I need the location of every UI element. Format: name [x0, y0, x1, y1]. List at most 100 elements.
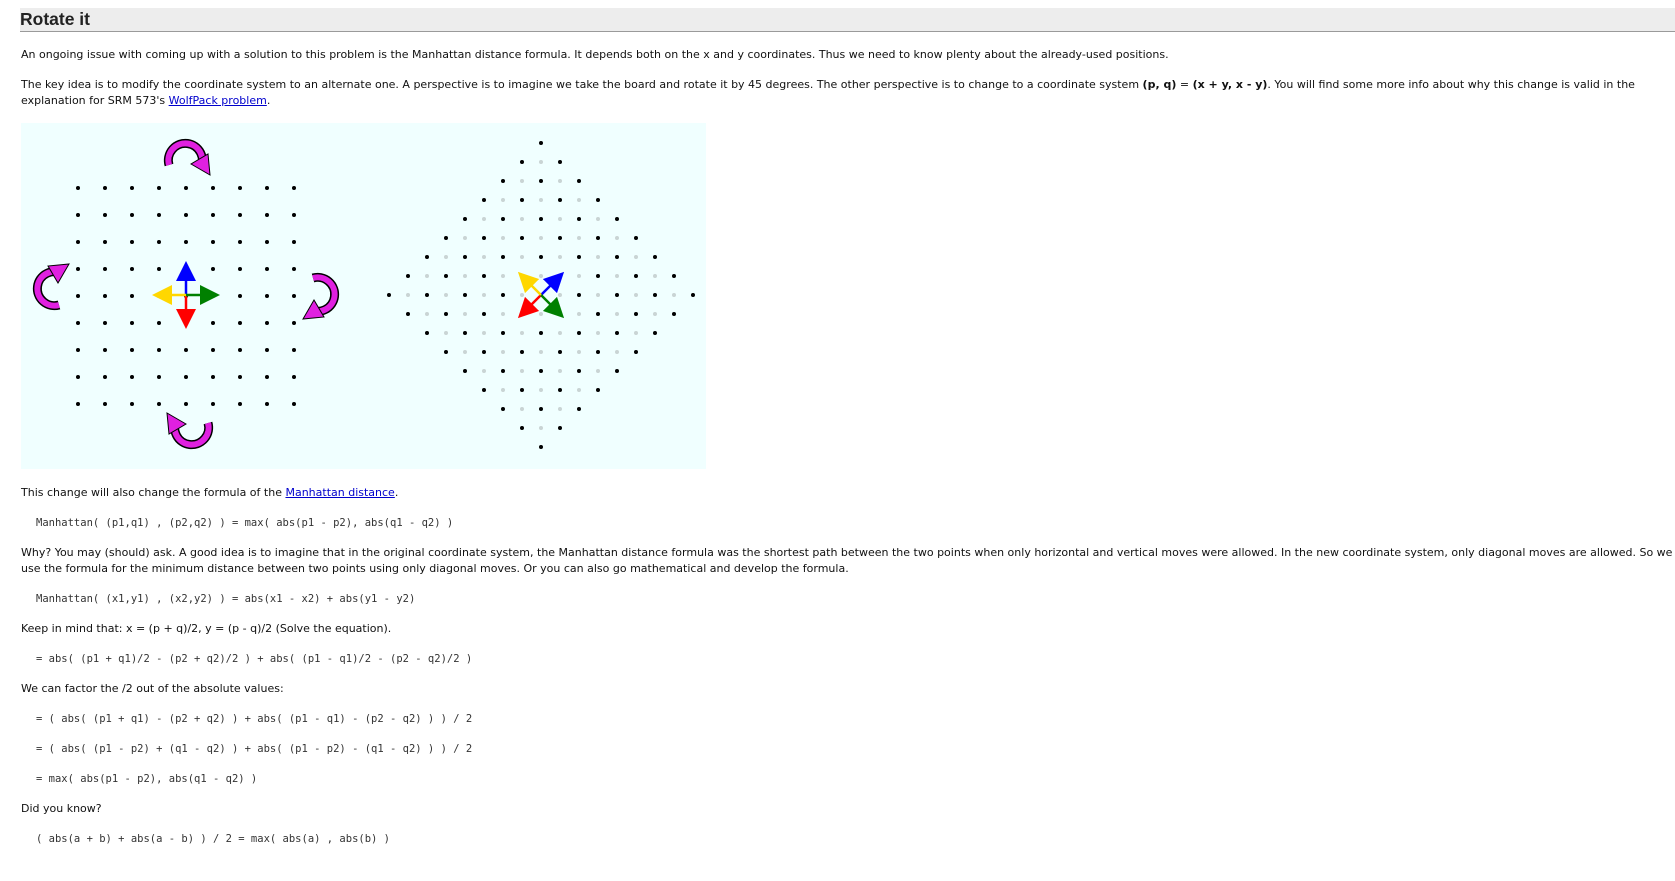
- grid-dot: [76, 402, 80, 406]
- grid-dot: [76, 186, 80, 190]
- unused-lattice-dot: [577, 236, 581, 240]
- unused-lattice-dot: [577, 198, 581, 202]
- wolfpack-problem-link[interactable]: WolfPack problem: [169, 94, 267, 107]
- grid-dot: [76, 321, 80, 325]
- grid-dot: [130, 267, 134, 271]
- unused-lattice-dot: [615, 274, 619, 278]
- grid-dot: [292, 213, 296, 217]
- lattice-dot: [539, 407, 543, 411]
- manhattan-distance-link[interactable]: Manhattan distance: [285, 486, 394, 499]
- code-line-3: = abs( (p1 + q1)/2 - (p2 + q2)/2 ) + abs…: [36, 653, 473, 665]
- unused-lattice-dot: [482, 369, 486, 373]
- lattice-dot: [501, 293, 505, 297]
- grid-dot: [265, 186, 269, 190]
- intro-paragraph: An ongoing issue with coming up with a s…: [21, 48, 1169, 61]
- unused-lattice-dot: [558, 331, 562, 335]
- unused-lattice-dot: [615, 350, 619, 354]
- lattice-dot: [558, 160, 562, 164]
- lattice-dot: [558, 350, 562, 354]
- rotate-arrow-right-icon: [302, 272, 340, 320]
- unused-lattice-dot: [406, 293, 410, 297]
- unused-lattice-dot: [501, 236, 505, 240]
- grid-dot: [76, 375, 80, 379]
- unused-lattice-dot: [558, 293, 562, 297]
- code-line-1: Manhattan( (p1,q1) , (p2,q2) ) = max( ab…: [36, 517, 454, 529]
- grid-dot: [265, 321, 269, 325]
- grid-dot: [76, 240, 80, 244]
- unused-lattice-dot: [577, 350, 581, 354]
- grid-dot: [238, 240, 242, 244]
- unused-lattice-dot: [615, 312, 619, 316]
- unused-lattice-dot: [615, 236, 619, 240]
- grid-dot: [292, 267, 296, 271]
- lattice-dot: [615, 331, 619, 335]
- grid-dot: [103, 213, 107, 217]
- keep-in-mind-paragraph: Keep in mind that: x = (p + q)/2, y = (p…: [21, 622, 392, 635]
- lattice-dot: [539, 331, 543, 335]
- grid-dot: [157, 321, 161, 325]
- diag-up-left-arrow: [517, 271, 542, 296]
- grid-dot: [103, 240, 107, 244]
- lattice-dot: [653, 255, 657, 259]
- rotate-arrow-top-icon: [163, 138, 211, 176]
- grid-dot: [292, 348, 296, 352]
- grid-dot: [76, 348, 80, 352]
- grid-dot: [184, 213, 188, 217]
- grid-dot: [211, 240, 215, 244]
- lattice-dot: [577, 179, 581, 183]
- grid-dot: [184, 321, 188, 325]
- unused-lattice-dot: [501, 274, 505, 278]
- grid-dot: [211, 294, 215, 298]
- lattice-dot: [558, 426, 562, 430]
- lattice-dot: [539, 369, 543, 373]
- grid-dot: [103, 348, 107, 352]
- lattice-dot: [615, 369, 619, 373]
- unused-lattice-dot: [444, 331, 448, 335]
- lattice-dot: [539, 141, 543, 145]
- lattice-dot: [387, 293, 391, 297]
- unused-lattice-dot: [539, 236, 543, 240]
- unused-lattice-dot: [520, 255, 524, 259]
- lattice-dot: [520, 350, 524, 354]
- unused-lattice-dot: [482, 293, 486, 297]
- grid-dot: [238, 402, 242, 406]
- grid-dot: [265, 375, 269, 379]
- grid-dot: [211, 375, 215, 379]
- lattice-dot: [596, 312, 600, 316]
- lattice-dot: [444, 274, 448, 278]
- grid-dot: [103, 294, 107, 298]
- grid-dot: [184, 348, 188, 352]
- section-heading: Rotate it: [20, 8, 1675, 32]
- lattice-dot: [577, 255, 581, 259]
- unused-lattice-dot: [463, 350, 467, 354]
- lattice-dot: [615, 255, 619, 259]
- unused-lattice-dot: [672, 293, 676, 297]
- lattice-dot: [501, 255, 505, 259]
- diag-down-right-arrow: [540, 294, 565, 319]
- grid-dot: [238, 321, 242, 325]
- lattice-dot: [520, 426, 524, 430]
- lattice-dot: [672, 274, 676, 278]
- did-you-know-paragraph: Did you know?: [21, 802, 102, 815]
- diag-down-left-arrow: [517, 294, 542, 319]
- grid-dot: [292, 321, 296, 325]
- lattice-dot: [596, 274, 600, 278]
- lattice-dot: [463, 331, 467, 335]
- lattice-dot: [596, 350, 600, 354]
- rotation-diagram: [32, 138, 695, 450]
- article: Rotate it An ongoing issue with coming u…: [0, 0, 1675, 847]
- grid-dot: [76, 213, 80, 217]
- lattice-dot: [501, 407, 505, 411]
- grid-dot: [130, 375, 134, 379]
- grid-dot: [157, 402, 161, 406]
- unused-lattice-dot: [539, 426, 543, 430]
- grid-dot: [184, 267, 188, 271]
- grid-dot: [157, 348, 161, 352]
- grid-dot: [292, 294, 296, 298]
- unused-lattice-dot: [425, 312, 429, 316]
- lattice-dot: [425, 331, 429, 335]
- grid-dot: [184, 186, 188, 190]
- grid-dot: [103, 267, 107, 271]
- code-line-6: = max( abs(p1 - p2), abs(q1 - q2) ): [36, 773, 258, 785]
- lattice-dot: [482, 350, 486, 354]
